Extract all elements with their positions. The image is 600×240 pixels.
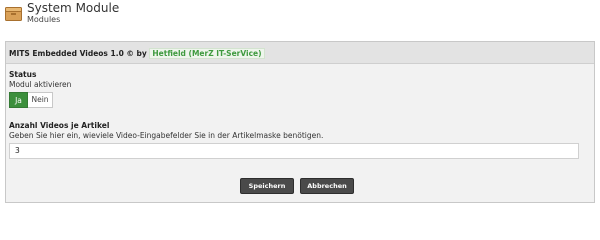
panel-header: MITS Embedded Videos 1.0 © by Hetfield (… (6, 42, 594, 64)
page-header: System Module Modules (0, 0, 600, 40)
videos-count-input[interactable]: 3 (9, 143, 579, 159)
cancel-button[interactable]: Abbrechen (300, 178, 354, 194)
toggle-option-nein[interactable]: Nein (28, 92, 53, 108)
videos-description: Geben Sie hier ein, wieviele Video-Einga… (9, 131, 324, 140)
panel-heading-text: MITS Embedded Videos 1.0 © by (9, 49, 150, 58)
save-button[interactable]: Speichern (240, 178, 294, 194)
panel-heading: MITS Embedded Videos 1.0 © by Hetfield (… (9, 48, 265, 59)
status-toggle: Ja Nein (9, 92, 59, 108)
page-subtitle: Modules (27, 15, 61, 24)
status-label: Status (9, 70, 37, 79)
module-settings-panel: MITS Embedded Videos 1.0 © by Hetfield (… (5, 41, 595, 203)
page-title: System Module (27, 1, 120, 15)
module-box-icon (5, 6, 22, 21)
author-link[interactable]: Hetfield (MerZ IT-SerVice) (149, 48, 265, 59)
status-sublabel: Modul aktivieren (9, 80, 72, 89)
toggle-option-ja[interactable]: Ja (9, 92, 28, 108)
videos-label: Anzahl Videos je Artikel (9, 121, 110, 130)
